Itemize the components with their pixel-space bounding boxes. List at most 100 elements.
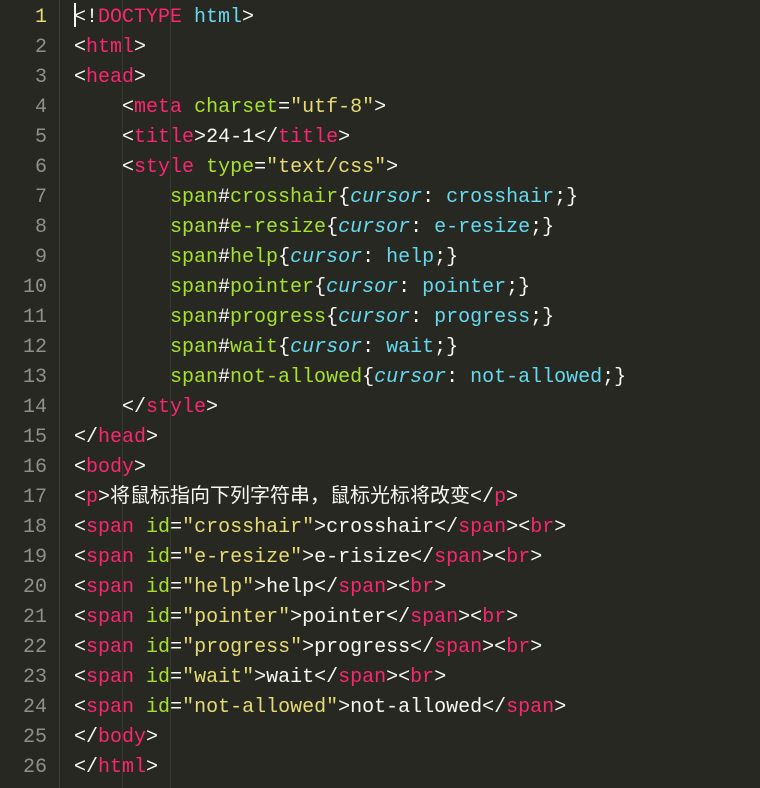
line-number: 18 <box>0 513 47 543</box>
token-punc: </ <box>122 396 146 419</box>
token-tag: span <box>86 516 134 539</box>
code-line[interactable]: <span id="crosshair">crosshair</span><br… <box>74 513 760 543</box>
token-val: not-allowed <box>470 366 602 389</box>
token-text <box>182 96 194 119</box>
token-val: help <box>386 246 434 269</box>
line-number: 7 <box>0 183 47 213</box>
token-text: not-allowed <box>350 696 482 719</box>
code-line[interactable]: <span id="not-allowed">not-allowed</span… <box>74 693 760 723</box>
code-line[interactable]: span#pointer{cursor: pointer;} <box>74 273 760 303</box>
code-line[interactable]: span#progress{cursor: progress;} <box>74 303 760 333</box>
token-attr: progress <box>230 306 326 329</box>
code-line[interactable]: </head> <box>74 423 760 453</box>
line-number: 19 <box>0 543 47 573</box>
token-punc: > <box>302 546 314 569</box>
code-line[interactable]: </body> <box>74 723 760 753</box>
code-line[interactable]: <span id="wait">wait</span><br> <box>74 663 760 693</box>
token-tag: span <box>86 606 134 629</box>
token-sel: span <box>170 276 218 299</box>
code-line[interactable]: <meta charset="utf-8"> <box>74 93 760 123</box>
token-tag: br <box>530 516 554 539</box>
token-punc: = <box>170 696 182 719</box>
token-punc: > <box>206 396 218 419</box>
token-punc: > <box>386 156 398 179</box>
code-line[interactable]: <span id="e-resize">e-risize</span><br> <box>74 543 760 573</box>
token-punc: > <box>302 636 314 659</box>
code-line[interactable]: <p>将鼠标指向下列字符串，鼠标光标将改变</p> <box>74 483 760 513</box>
token-punc: ;} <box>434 336 458 359</box>
code-line[interactable]: span#help{cursor: help;} <box>74 243 760 273</box>
token-punc: # <box>218 246 230 269</box>
token-sel: span <box>170 306 218 329</box>
line-number: 8 <box>0 213 47 243</box>
token-punc: # <box>218 366 230 389</box>
code-line[interactable]: span#not-allowed{cursor: not-allowed;} <box>74 363 760 393</box>
code-line[interactable]: <!DOCTYPE html> <box>74 3 760 33</box>
code-line[interactable]: <head> <box>74 63 760 93</box>
token-punc: < <box>74 666 86 689</box>
token-text <box>134 636 146 659</box>
token-text <box>134 576 146 599</box>
code-line[interactable]: <span id="progress">progress</span><br> <box>74 633 760 663</box>
token-punc: = <box>278 96 290 119</box>
token-text <box>134 516 146 539</box>
code-line[interactable]: span#crosshair{cursor: crosshair;} <box>74 183 760 213</box>
token-prop: cursor <box>326 276 398 299</box>
line-number: 6 <box>0 153 47 183</box>
line-number: 21 <box>0 603 47 633</box>
token-prop: cursor <box>338 306 410 329</box>
token-tag: head <box>86 66 134 89</box>
token-punc: > <box>242 6 254 29</box>
token-attr: help <box>230 246 278 269</box>
code-line[interactable]: </style> <box>74 393 760 423</box>
token-tag: span <box>506 696 554 719</box>
line-number: 10 <box>0 273 47 303</box>
token-str: "pointer" <box>182 606 290 629</box>
token-punc: { <box>362 366 374 389</box>
code-line[interactable]: <title>24-1</title> <box>74 123 760 153</box>
line-number: 9 <box>0 243 47 273</box>
token-punc: > <box>554 516 566 539</box>
token-punc: > <box>146 756 158 779</box>
token-text <box>134 606 146 629</box>
token-attr: type <box>206 156 254 179</box>
line-number: 2 <box>0 33 47 63</box>
token-attr: charset <box>194 96 278 119</box>
token-tag: br <box>506 546 530 569</box>
code-line[interactable]: <span id="pointer">pointer</span><br> <box>74 603 760 633</box>
code-editor-area[interactable]: <!DOCTYPE html><html><head> <meta charse… <box>60 0 760 788</box>
token-attr: e-resize <box>230 216 326 239</box>
token-punc: > <box>338 126 350 149</box>
code-line[interactable]: <body> <box>74 453 760 483</box>
line-number-gutter: 1234567891011121314151617181920212223242… <box>0 0 60 788</box>
code-line[interactable]: <html> <box>74 33 760 63</box>
token-tag: span <box>86 666 134 689</box>
token-attr: id <box>146 516 170 539</box>
line-number: 12 <box>0 333 47 363</box>
code-line[interactable]: <span id="help">help</span><br> <box>74 573 760 603</box>
token-text: help <box>266 576 314 599</box>
token-punc: </ <box>410 546 434 569</box>
token-prop: cursor <box>374 366 446 389</box>
token-tag: title <box>278 126 338 149</box>
code-line[interactable]: <style type="text/css"> <box>74 153 760 183</box>
token-punc: > <box>506 606 518 629</box>
token-punc: < <box>122 126 134 149</box>
code-line[interactable]: span#e-resize{cursor: e-resize;} <box>74 213 760 243</box>
token-punc: > <box>146 726 158 749</box>
token-punc: { <box>278 246 290 269</box>
token-punc: < <box>122 156 134 179</box>
token-tag: span <box>410 606 458 629</box>
token-attr: id <box>146 606 170 629</box>
line-number: 25 <box>0 723 47 753</box>
token-punc: ;} <box>554 186 578 209</box>
token-punc: > <box>434 576 446 599</box>
token-html: html <box>194 6 242 29</box>
code-line[interactable]: span#wait{cursor: wait;} <box>74 333 760 363</box>
token-punc: </ <box>314 666 338 689</box>
token-punc: { <box>278 336 290 359</box>
token-punc: ;} <box>530 306 554 329</box>
token-punc: </ <box>434 516 458 539</box>
token-str: "e-resize" <box>182 546 302 569</box>
code-line[interactable]: </html> <box>74 753 760 783</box>
